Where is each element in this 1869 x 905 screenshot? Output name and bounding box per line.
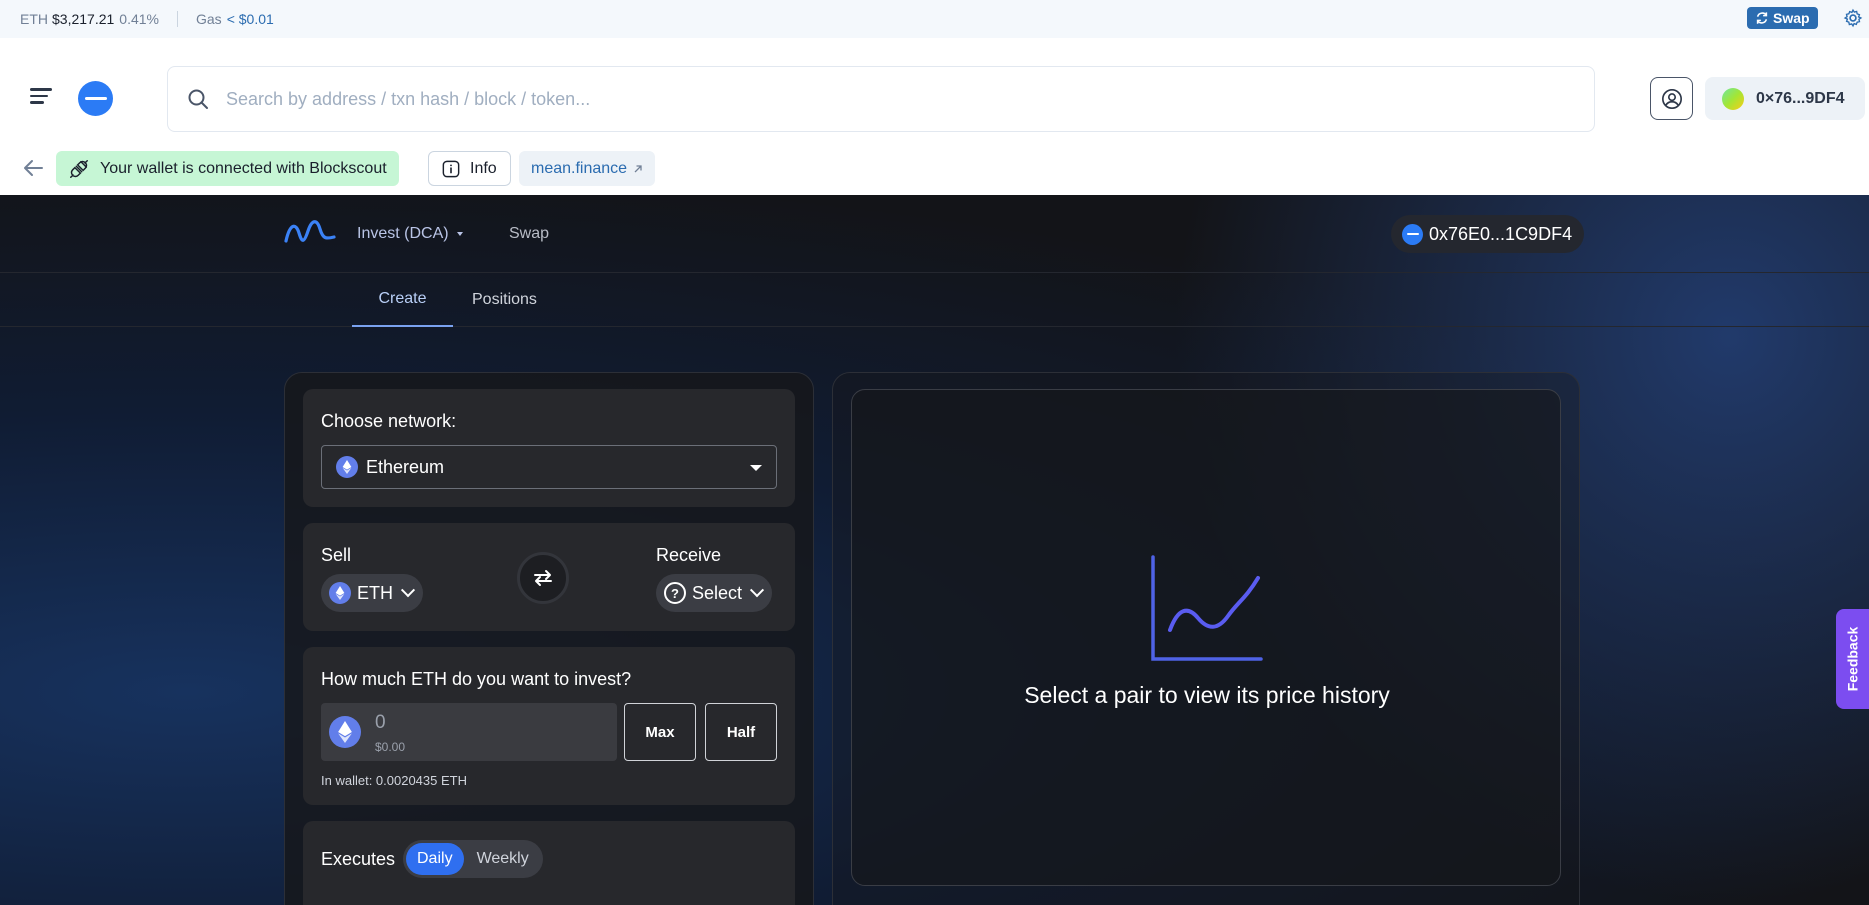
swap-direction-button[interactable] <box>517 552 569 604</box>
receive-token-selector[interactable]: ? Select <box>656 574 773 612</box>
mean-finance-logo[interactable] <box>284 219 336 247</box>
network-select[interactable]: Ethereum <box>321 445 777 489</box>
amount-question: How much ETH do you want to invest? <box>321 669 632 689</box>
network-label: Choose network: <box>321 411 457 431</box>
user-circle-icon <box>1661 88 1682 109</box>
price-history-card: Select a pair to view its price history <box>832 372 1580 905</box>
swap-button-label: Swap <box>1773 10 1810 26</box>
swap-arrows-icon <box>534 570 552 586</box>
wallet-button[interactable]: 0×76...9DF4 <box>1705 77 1865 120</box>
gear-icon[interactable] <box>1843 8 1863 28</box>
refresh-icon <box>1756 12 1768 24</box>
chevron-down-icon <box>749 583 765 598</box>
half-button[interactable]: Half <box>705 703 777 761</box>
token-pair-section: Sell Receive ETH ? Select <box>303 523 795 631</box>
network-section: Choose network: Ethereum <box>303 389 795 507</box>
eth-token-icon <box>329 582 351 604</box>
external-link-icon <box>634 164 642 172</box>
tab-create[interactable]: Create <box>352 273 453 327</box>
dapp-wallet-address: 0x76E0...1C9DF4 <box>1429 223 1573 244</box>
receive-label: Receive <box>656 545 722 565</box>
search-bar[interactable] <box>167 66 1595 132</box>
question-icon: ? <box>664 582 686 604</box>
eth-change: 0.41% <box>119 11 159 27</box>
frequency-section: Executes Daily Weekly <box>303 821 795 905</box>
dca-form-card: Choose network: Ethereum Sell Receive ET… <box>284 372 814 905</box>
eth-price: $3,217.21 <box>52 11 115 27</box>
frequency-toggle: Daily Weekly <box>403 840 543 878</box>
tab-positions[interactable]: Positions <box>472 273 537 327</box>
ticker-divider <box>177 11 178 27</box>
chart-placeholder-icon <box>1151 555 1263 661</box>
nav-invest-label: Invest (DCA) <box>357 225 449 242</box>
amount-value: 0 <box>375 712 386 733</box>
sell-token-selector[interactable]: ETH <box>321 574 423 612</box>
top-ticker-bar: ETH $3,217.21 0.41% Gas < $0.01 Swap <box>0 0 1869 38</box>
amount-input[interactable]: 0 $0.00 <box>321 703 617 761</box>
sell-token: ETH <box>357 582 393 603</box>
nav-swap[interactable]: Swap <box>509 225 549 243</box>
caret-down-icon <box>456 232 463 236</box>
chevron-down-icon <box>400 583 416 598</box>
amount-section: How much ETH do you want to invest? 0 $0… <box>303 647 795 805</box>
search-input[interactable] <box>226 88 1526 110</box>
executes-label: Executes <box>321 849 396 869</box>
site-header: 0×76...9DF4 Your wallet is connected wit… <box>0 38 1869 186</box>
info-button-label: Info <box>470 159 497 177</box>
nav-invest-dca[interactable]: Invest (DCA) <box>357 225 463 243</box>
dapp-link-label: mean.finance <box>531 159 628 177</box>
menu-icon[interactable] <box>30 88 52 106</box>
frequency-daily[interactable]: Daily <box>406 843 464 875</box>
price-history-message: Select a pair to view its price history <box>1024 682 1390 708</box>
info-icon <box>442 160 460 177</box>
sell-label: Sell <box>321 545 352 565</box>
eth-token-icon <box>329 716 361 748</box>
receive-token: Select <box>692 582 743 603</box>
back-arrow-icon[interactable] <box>22 158 44 178</box>
dapp-tabs: Create Positions <box>0 273 1869 327</box>
swap-button[interactable]: Swap <box>1747 7 1818 29</box>
dapp-link[interactable]: mean.finance <box>519 151 656 186</box>
ethereum-icon <box>336 456 358 478</box>
wallet-avatar <box>1722 87 1744 110</box>
dapp-wallet-button[interactable]: 0x76E0...1C9DF4 <box>1391 215 1585 253</box>
frequency-weekly[interactable]: Weekly <box>466 843 540 875</box>
profile-button[interactable] <box>1650 77 1693 120</box>
network-value: Ethereum <box>366 456 445 477</box>
feedback-label: Feedback <box>1844 626 1861 692</box>
wallet-logo-icon <box>1402 223 1423 245</box>
embedded-dapp: Invest (DCA) Swap 0x76E0...1C9DF4 Create… <box>0 195 1869 905</box>
wallet-connected-badge: Your wallet is connected with Blockscout <box>56 151 399 186</box>
price-history-placeholder: Select a pair to view its price history <box>851 389 1561 886</box>
connected-text: Your wallet is connected with Blockscout <box>100 159 387 177</box>
wallet-address: 0×76...9DF4 <box>1756 89 1845 107</box>
feedback-tab[interactable]: Feedback <box>1836 609 1869 709</box>
gas-label: Gas <box>196 11 222 27</box>
blockscout-logo[interactable] <box>78 81 113 116</box>
max-button[interactable]: Max <box>624 703 696 761</box>
plug-icon <box>70 159 88 178</box>
info-button[interactable]: Info <box>428 151 511 186</box>
dropdown-arrow-icon <box>750 465 762 471</box>
wallet-balance: In wallet: 0.0020435 ETH <box>321 773 467 788</box>
search-icon <box>188 89 208 109</box>
dapp-nav: Invest (DCA) Swap 0x76E0...1C9DF4 <box>0 195 1869 273</box>
amount-usd: $0.00 <box>375 740 406 754</box>
gas-value[interactable]: < $0.01 <box>227 11 274 27</box>
eth-label: ETH <box>20 11 48 27</box>
